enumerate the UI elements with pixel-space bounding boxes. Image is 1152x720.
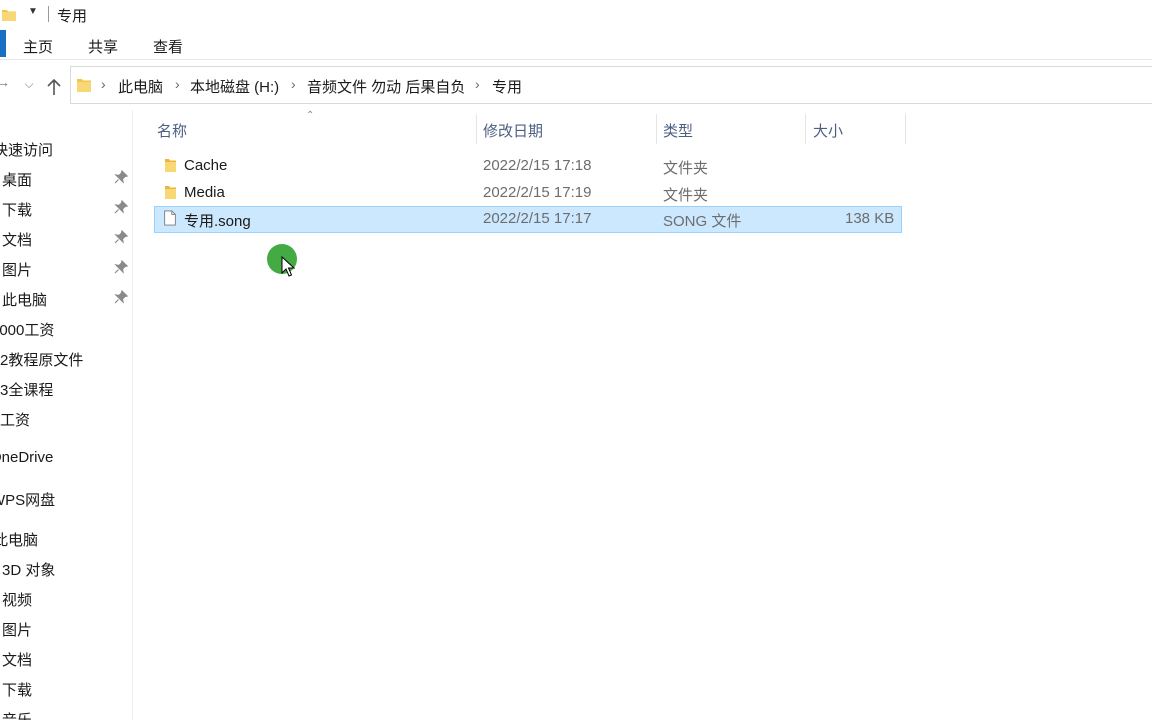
title-bar: ▼ 专用 bbox=[0, 0, 1152, 30]
address-bar[interactable]: › 此电脑 › 本地磁盘 (H:) › 音频文件 勿动 后果自负 › 专用 bbox=[70, 66, 1152, 104]
nav-item-label: 快速访问 bbox=[0, 142, 54, 159]
breadcrumb-chevron-icon[interactable]: › bbox=[175, 76, 180, 92]
forward-button[interactable]: → bbox=[0, 74, 12, 96]
breadcrumb-chevron-icon[interactable]: › bbox=[475, 76, 480, 92]
file-date: 2022/2/15 17:19 bbox=[483, 184, 592, 201]
file-name: 专用.song bbox=[184, 213, 251, 230]
address-row: → ⌵ › 此电脑 › 本地磁盘 (H:) › 音频文件 勿动 后果自负 › 专… bbox=[0, 66, 1152, 106]
nav-item-label: 下载 bbox=[2, 682, 33, 699]
column-divider[interactable] bbox=[805, 114, 806, 144]
pin-icon bbox=[114, 290, 128, 304]
column-divider[interactable] bbox=[905, 114, 906, 144]
nav-item-tutorial-source[interactable]: 2教程原文件 bbox=[0, 347, 132, 371]
file-name: Cache bbox=[184, 157, 228, 174]
nav-item-this-pc[interactable]: 此电脑 bbox=[0, 527, 132, 551]
breadcrumb-this-pc[interactable]: 此电脑 bbox=[118, 76, 163, 97]
breadcrumb-audio-folder[interactable]: 音频文件 勿动 后果自负 bbox=[307, 76, 465, 97]
file-type: SONG 文件 bbox=[663, 213, 742, 230]
folder-icon bbox=[77, 79, 91, 92]
nav-item-wps-drive[interactable]: WPS网盘 bbox=[0, 487, 132, 511]
nav-item-onedrive[interactable]: OneDrive bbox=[0, 447, 132, 471]
breadcrumb-chevron-icon[interactable]: › bbox=[291, 76, 296, 92]
nav-item-this-pc-pinned[interactable]: 此电脑 bbox=[0, 287, 132, 311]
nav-item-salary[interactable]: 工资 bbox=[0, 407, 132, 431]
file-date: 2022/2/15 17:17 bbox=[483, 210, 592, 227]
pin-icon bbox=[114, 230, 128, 244]
pin-icon bbox=[114, 200, 128, 214]
nav-item-label: 图片 bbox=[2, 262, 33, 279]
nav-item-label: 文档 bbox=[2, 232, 33, 249]
folder-icon bbox=[165, 186, 176, 199]
tab-view[interactable]: 查看 bbox=[153, 36, 183, 57]
pin-icon bbox=[114, 260, 128, 274]
file-list: ⌃ 名称 修改日期 类型 大小 Cache 2022/2/15 17:18 文件… bbox=[134, 110, 1152, 720]
folder-icon bbox=[2, 10, 16, 21]
file-name: Media bbox=[184, 184, 225, 201]
nav-item-label: 3D 对象 bbox=[2, 562, 56, 579]
tab-share[interactable]: 共享 bbox=[88, 36, 118, 57]
up-arrow-icon[interactable] bbox=[45, 78, 63, 96]
file-tab[interactable] bbox=[0, 30, 6, 57]
tab-home[interactable]: 主页 bbox=[23, 36, 53, 57]
nav-item-desktop[interactable]: 桌面 bbox=[0, 167, 132, 191]
sort-ascending-icon: ⌃ bbox=[306, 110, 315, 121]
nav-item-quick-access[interactable]: 快速访问 bbox=[0, 137, 132, 161]
title-separator bbox=[48, 6, 49, 22]
breadcrumb-chevron-icon[interactable]: › bbox=[101, 76, 106, 92]
folder-icon bbox=[165, 159, 176, 172]
nav-item-label: OneDrive bbox=[0, 449, 54, 466]
window-title: 专用 bbox=[57, 8, 88, 25]
navigation-pane: 快速访问 桌面 下载 文档 图片 此电脑 2000工资 2教程原文件 3全课程 … bbox=[0, 110, 133, 720]
nav-item-downloads[interactable]: 下载 bbox=[0, 197, 132, 221]
file-row-media[interactable]: Media 2022/2/15 17:19 文件夹 bbox=[154, 180, 902, 207]
column-header-date[interactable]: 修改日期 bbox=[483, 120, 543, 141]
nav-item-label: 2000工资 bbox=[0, 322, 55, 339]
nav-item-label: WPS网盘 bbox=[0, 492, 56, 509]
nav-item-label: 3全课程 bbox=[0, 382, 54, 399]
recent-locations-chevron-icon[interactable]: ⌵ bbox=[20, 77, 38, 99]
nav-item-label: 音乐 bbox=[2, 709, 32, 720]
column-divider[interactable] bbox=[656, 114, 657, 144]
quick-access-dropdown-icon[interactable]: ▼ bbox=[28, 6, 38, 17]
file-size: 138 KB bbox=[845, 210, 895, 227]
nav-item-label: 视频 bbox=[2, 592, 33, 609]
nav-item-downloads-pc[interactable]: 下载 bbox=[0, 677, 132, 701]
nav-item-label: 此电脑 bbox=[0, 532, 39, 549]
pin-icon bbox=[114, 170, 128, 184]
nav-item-label: 桌面 bbox=[2, 172, 33, 189]
nav-item-documents-pc[interactable]: 文档 bbox=[0, 647, 132, 671]
file-date: 2022/2/15 17:18 bbox=[483, 157, 592, 174]
file-type: 文件夹 bbox=[663, 187, 709, 204]
breadcrumb-current-folder[interactable]: 专用 bbox=[492, 76, 522, 97]
nav-item-label: 工资 bbox=[0, 412, 31, 429]
nav-item-label: 图片 bbox=[2, 622, 33, 639]
nav-item-music[interactable]: 音乐 bbox=[0, 707, 132, 720]
breadcrumb-local-disk[interactable]: 本地磁盘 (H:) bbox=[190, 76, 279, 97]
nav-item-label: 下载 bbox=[2, 202, 33, 219]
nav-item-full-course[interactable]: 3全课程 bbox=[0, 377, 132, 401]
nav-item-2000-salary[interactable]: 2000工资 bbox=[0, 317, 132, 341]
nav-item-documents[interactable]: 文档 bbox=[0, 227, 132, 251]
nav-item-label: 2教程原文件 bbox=[0, 352, 84, 369]
file-row-song[interactable]: 专用.song 2022/2/15 17:17 SONG 文件 138 KB bbox=[154, 206, 902, 233]
nav-item-pictures-pc[interactable]: 图片 bbox=[0, 617, 132, 641]
nav-item-pictures[interactable]: 图片 bbox=[0, 257, 132, 281]
file-type: 文件夹 bbox=[663, 160, 709, 177]
column-divider[interactable] bbox=[476, 114, 477, 144]
file-icon bbox=[164, 210, 176, 226]
nav-item-videos[interactable]: 视频 bbox=[0, 587, 132, 611]
nav-item-label: 此电脑 bbox=[2, 292, 48, 309]
nav-item-3d-objects[interactable]: 3D 对象 bbox=[0, 557, 132, 581]
column-header-size[interactable]: 大小 bbox=[813, 120, 843, 141]
column-header-name[interactable]: 名称 bbox=[157, 120, 187, 141]
nav-item-label: 文档 bbox=[2, 652, 33, 669]
mouse-pointer-icon bbox=[281, 256, 295, 277]
column-header-type[interactable]: 类型 bbox=[663, 120, 693, 141]
file-row-cache[interactable]: Cache 2022/2/15 17:18 文件夹 bbox=[154, 153, 902, 180]
ribbon-tabs: 主页 共享 查看 bbox=[0, 30, 1152, 60]
